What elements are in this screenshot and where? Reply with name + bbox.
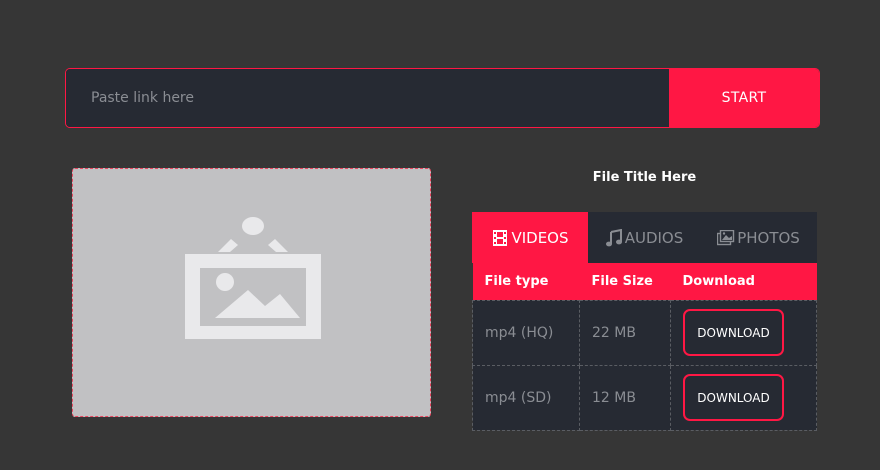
tab-audios[interactable]: AUDIOS [588, 212, 700, 263]
download-cell: DOWNLOAD [670, 299, 817, 366]
file-title: File Title Here [592, 170, 697, 185]
tab-videos-label: VIDEOS [511, 228, 569, 247]
media-preview [72, 168, 431, 417]
tab-photos[interactable]: PHOTOS [700, 212, 817, 263]
tab-photos-label: PHOTOS [737, 228, 800, 247]
tab-videos[interactable]: VIDEOS [472, 212, 588, 263]
file-size-cell: 22 MB [579, 299, 671, 366]
file-type-cell: mp4 (SD) [472, 364, 580, 431]
link-input[interactable] [66, 69, 669, 127]
link-search-bar: START [65, 68, 820, 128]
header-file-size: File Size [591, 273, 653, 289]
file-type-cell: mp4 (HQ) [472, 299, 580, 366]
download-button[interactable]: DOWNLOAD [683, 309, 784, 356]
download-cell: DOWNLOAD [670, 364, 817, 431]
film-icon [491, 229, 509, 247]
download-panel: VIDEOS AUDIOS PHOTOS File type File Size… [472, 212, 817, 431]
table-row: mp4 (HQ) 22 MB DOWNLOAD [472, 299, 817, 366]
media-type-tabs: VIDEOS AUDIOS PHOTOS [472, 212, 817, 263]
header-file-type: File type [484, 273, 549, 289]
start-button[interactable]: START [669, 69, 819, 127]
music-note-icon [605, 228, 623, 247]
file-size-cell: 12 MB [579, 364, 671, 431]
download-button[interactable]: DOWNLOAD [683, 374, 784, 421]
photos-icon [717, 229, 735, 247]
header-download: Download [682, 273, 755, 289]
table-row: mp4 (SD) 12 MB DOWNLOAD [472, 364, 817, 431]
tab-audios-label: AUDIOS [624, 228, 684, 247]
table-header-row: File type File Size Download [472, 263, 817, 300]
downloads-table: File type File Size Download mp4 (HQ) 22… [472, 263, 817, 431]
image-placeholder-icon [185, 217, 321, 339]
